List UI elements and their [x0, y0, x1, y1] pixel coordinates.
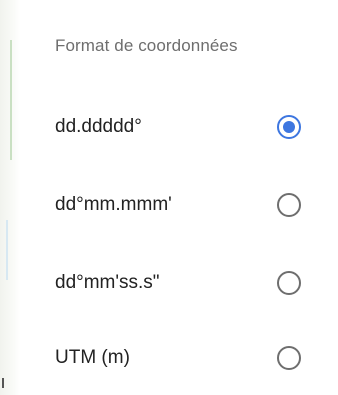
- radio-dot: [283, 121, 295, 133]
- map-road: [10, 40, 12, 160]
- option-degrees-minutes-seconds[interactable]: dd°mm'ss.s": [20, 248, 338, 318]
- option-utm[interactable]: UTM (m): [20, 323, 338, 393]
- option-decimal-degrees[interactable]: dd.ddddd°: [20, 92, 338, 162]
- option-degrees-decimal-minutes[interactable]: dd°mm.mmm': [20, 170, 338, 240]
- radio-button[interactable]: [277, 346, 301, 370]
- map-background: [0, 0, 20, 395]
- map-marker: [2, 378, 4, 388]
- option-label: dd°mm'ss.s": [55, 272, 160, 293]
- dialog-title: Format de coordonnées: [55, 36, 238, 55]
- option-label: dd.ddddd°: [55, 116, 142, 137]
- coordinate-format-dialog: Format de coordonnées dd.ddddd° dd°mm.mm…: [20, 0, 338, 395]
- radio-button[interactable]: [277, 193, 301, 217]
- radio-button[interactable]: [277, 271, 301, 295]
- radio-button-selected[interactable]: [277, 115, 301, 139]
- option-label: UTM (m): [55, 347, 130, 368]
- option-label: dd°mm.mmm': [55, 194, 172, 215]
- screen: Format de coordonnées dd.ddddd° dd°mm.mm…: [0, 0, 338, 395]
- map-water: [6, 220, 8, 280]
